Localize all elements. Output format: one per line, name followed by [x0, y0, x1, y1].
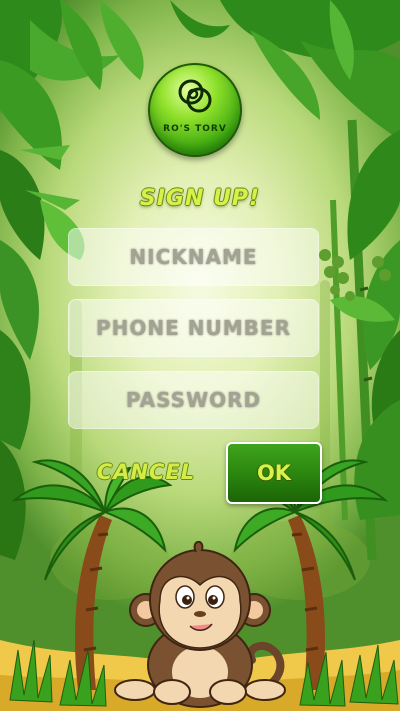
logo-mark-icon [178, 79, 212, 113]
cancel-button[interactable]: CANCEL [88, 452, 204, 492]
nickname-input[interactable] [68, 228, 319, 286]
brand-name: RO'S TORV [163, 124, 227, 134]
signup-screen: RO'S TORV SIGN UP! CANCEL OK [0, 0, 400, 711]
signup-title: SIGN UP! [139, 186, 261, 211]
ok-button[interactable]: OK [226, 442, 322, 504]
phone-number-input[interactable] [68, 299, 319, 357]
password-input[interactable] [68, 371, 319, 429]
app-logo: RO'S TORV [148, 63, 242, 157]
